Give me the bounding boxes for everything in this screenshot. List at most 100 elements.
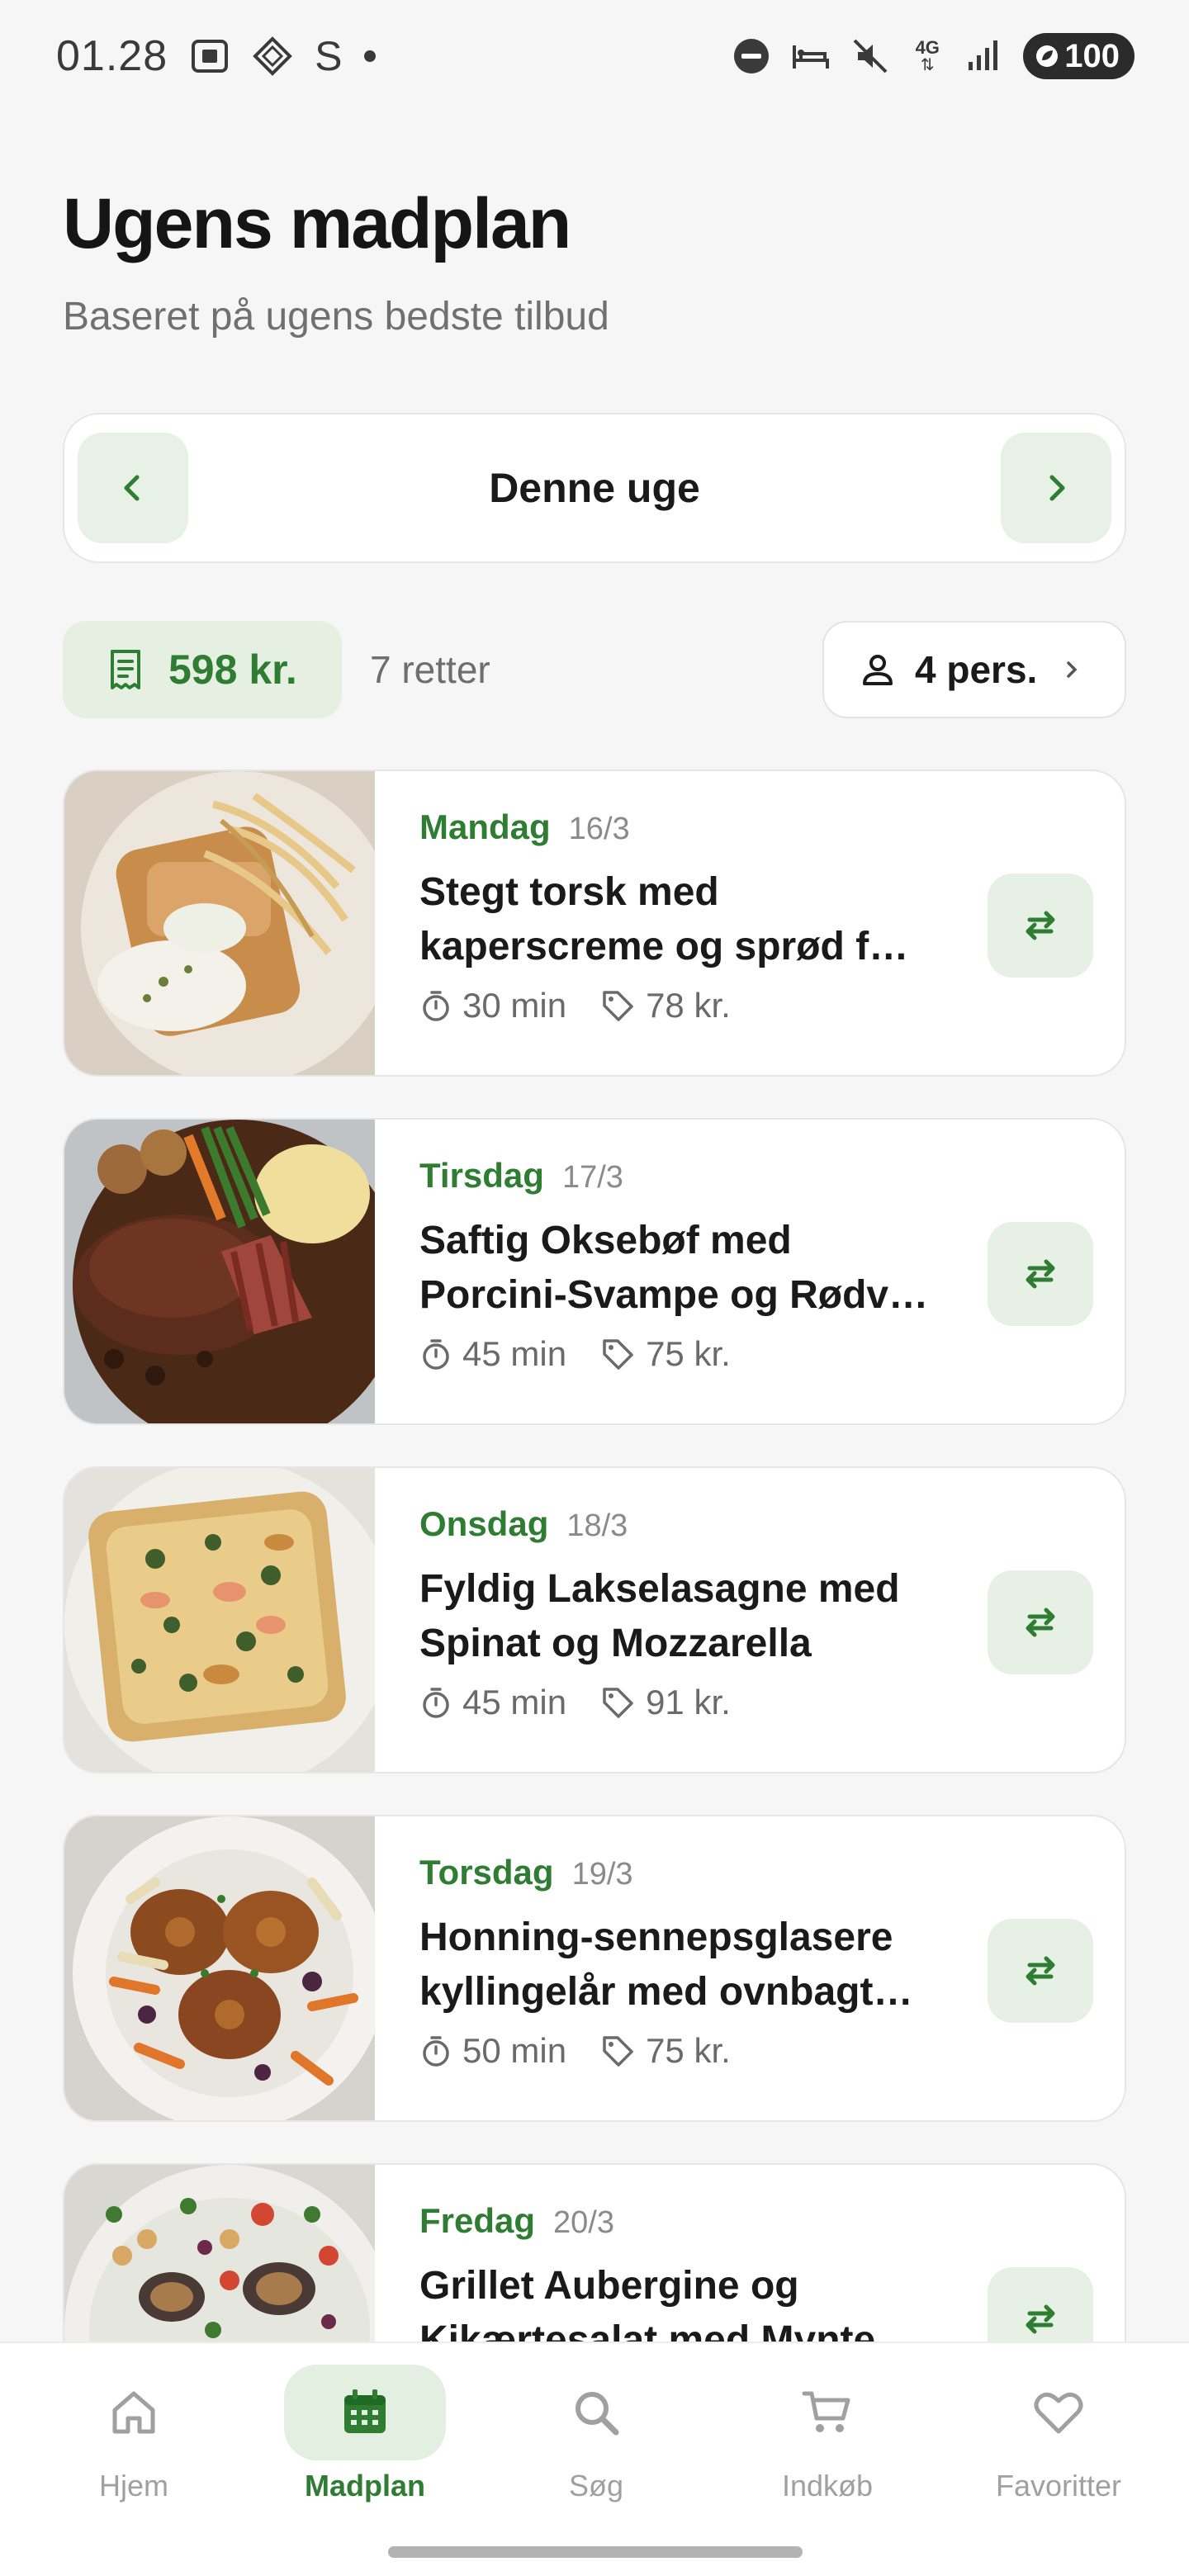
meal-time-value: 45 min	[462, 1334, 567, 1373]
persons-selector[interactable]: 4 pers.	[822, 621, 1126, 718]
meal-time-value: 30 min	[462, 986, 567, 1025]
meal-image	[64, 771, 375, 1075]
diamond-app-icon	[252, 36, 293, 77]
meal-time-value: 45 min	[462, 1683, 567, 1721]
price-tag-icon	[603, 1688, 633, 1718]
swap-icon	[1026, 1608, 1055, 1637]
swap-meal-button[interactable]	[988, 1570, 1093, 1674]
nav-icon-container	[746, 2365, 908, 2460]
meal-image	[64, 1468, 375, 1772]
week-selector: Denne uge	[63, 413, 1126, 563]
meal-card-tuesday[interactable]: Tirsdag 17/3 Saftig Oksebøf med Porcini-…	[63, 1118, 1126, 1425]
meal-title-line2: kyllingelår med ovnbagt…	[419, 1970, 913, 2014]
receipt-icon	[111, 650, 140, 689]
meal-card-friday[interactable]: Fredag 20/3 Grillet Aubergine og Kikærte…	[63, 2163, 1126, 2342]
meal-title-line1: Grillet Aubergine og	[419, 2264, 799, 2308]
nav-label: Favoritter	[995, 2469, 1122, 2503]
screenshot-icon	[189, 36, 230, 77]
swap-meal-button[interactable]	[988, 874, 1093, 978]
meal-date: 17/3	[561, 1160, 623, 1195]
meal-list[interactable]: Mandag 16/3 Stegt torsk med kaperscreme …	[63, 769, 1126, 2342]
meal-day-row: Fredag 20/3	[419, 2201, 1030, 2241]
meal-info: Torsdag 19/3 Honning-sennepsglasere kyll…	[419, 1853, 1030, 2071]
meal-image	[64, 1816, 375, 2120]
meal-meta: 45 min 91 kr.	[419, 1683, 1030, 1722]
meal-title[interactable]: Honning-sennepsglasere kyllingelår med o…	[419, 1911, 956, 2020]
meal-title-line2: Spinat og Mozzarella	[419, 1622, 812, 1665]
meal-price-value: 75 kr.	[646, 1334, 731, 1373]
meal-meta: 30 min 78 kr.	[419, 986, 1030, 1025]
nav-label: Hjem	[98, 2469, 168, 2503]
meal-title[interactable]: Grillet Aubergine og Kikærtesalat med My…	[419, 2259, 956, 2342]
next-week-button[interactable]	[1001, 433, 1111, 543]
nav-item-madplan[interactable]: Madplan	[274, 2365, 456, 2522]
notification-dot-icon	[363, 50, 376, 62]
nav-icon-container	[53, 2365, 215, 2460]
nav-icon-container	[978, 2365, 1139, 2460]
nav-item-home[interactable]: Hjem	[43, 2365, 225, 2522]
nav-icon-container	[515, 2365, 677, 2460]
chevron-right-icon	[1049, 475, 1065, 501]
meal-title[interactable]: Fyldig Lakselasagne med Spinat og Mozzar…	[419, 1562, 956, 1671]
persons-count: 4 pers.	[915, 648, 1038, 691]
meal-date: 18/3	[566, 1508, 628, 1543]
meal-title-line2: Porcini-Svampe og Rødv…	[419, 1273, 929, 1317]
network-type-icon: 4G ⇅	[915, 37, 940, 74]
meal-day: Fredag	[419, 2201, 536, 2240]
meal-time: 30 min	[419, 986, 566, 1025]
meal-card-wednesday[interactable]: Onsdag 18/3 Fyldig Lakselasagne med Spin…	[63, 1466, 1126, 1773]
meal-price: 75 kr.	[599, 1334, 731, 1374]
meal-image	[64, 2165, 375, 2342]
swap-meal-button[interactable]	[988, 2267, 1093, 2342]
swap-icon	[1026, 1956, 1055, 1986]
meal-title-line2: Kikærtesalat med Mynte	[419, 2318, 876, 2342]
meal-day: Mandag	[419, 807, 551, 846]
meal-time-value: 50 min	[462, 2031, 567, 2070]
meal-card-monday[interactable]: Mandag 16/3 Stegt torsk med kaperscreme …	[63, 769, 1126, 1077]
meal-title-line1: Saftig Oksebøf med	[419, 1219, 792, 1262]
swap-icon	[1026, 1259, 1055, 1289]
home-indicator[interactable]	[388, 2546, 803, 2558]
meal-date: 20/3	[553, 2205, 614, 2240]
meal-price: 75 kr.	[599, 2031, 731, 2071]
dnd-icon	[731, 36, 772, 77]
nav-label: Madplan	[304, 2469, 425, 2503]
timer-icon	[423, 1688, 449, 1718]
swap-meal-button[interactable]	[988, 1222, 1093, 1326]
nav-icon-container	[284, 2365, 446, 2460]
meal-day: Tirsdag	[419, 1156, 544, 1195]
meal-time: 45 min	[419, 1683, 566, 1722]
meal-info: Onsdag 18/3 Fyldig Lakselasagne med Spin…	[419, 1504, 1030, 1722]
dish-count: 7 retter	[370, 648, 490, 691]
leaf-icon	[1036, 45, 1059, 67]
page-subtitle: Baseret på ugens bedste tilbud	[63, 295, 609, 339]
meal-info: Tirsdag 17/3 Saftig Oksebøf med Porcini-…	[419, 1156, 1030, 1374]
network-type-label: 4G	[915, 37, 940, 58]
home-icon	[112, 2391, 155, 2434]
bed-icon	[790, 36, 831, 77]
total-price: 598 kr.	[168, 646, 297, 693]
status-left: 01.28 S	[56, 31, 376, 81]
chevron-right-icon	[1067, 661, 1078, 678]
meal-title-line2: kaperscreme og sprød f…	[419, 925, 909, 968]
nav-item-shopping[interactable]: Indkøb	[737, 2365, 918, 2522]
swap-icon	[1026, 2304, 1055, 2334]
previous-week-button[interactable]	[78, 433, 188, 543]
meal-day: Torsdag	[419, 1853, 554, 1892]
status-time: 01.28	[56, 32, 168, 80]
page-title: Ugens madplan	[63, 184, 571, 263]
meal-title[interactable]: Saftig Oksebøf med Porcini-Svampe og Rød…	[419, 1214, 956, 1323]
signal-icon	[964, 36, 1005, 77]
nav-item-favorites[interactable]: Favoritter	[968, 2365, 1149, 2522]
meal-day-row: Torsdag 19/3	[419, 1853, 1030, 1892]
meal-title-line1: Stegt torsk med	[419, 870, 719, 914]
nav-item-search[interactable]: Søg	[505, 2365, 687, 2522]
meal-info: Mandag 16/3 Stegt torsk med kaperscreme …	[419, 807, 1030, 1025]
cart-icon	[802, 2391, 850, 2432]
mute-icon	[850, 36, 891, 77]
meal-date: 19/3	[571, 1857, 633, 1892]
meal-card-thursday[interactable]: Torsdag 19/3 Honning-sennepsglasere kyll…	[63, 1815, 1126, 2122]
swap-meal-button[interactable]	[988, 1919, 1093, 2023]
meal-time: 50 min	[419, 2031, 566, 2071]
meal-title[interactable]: Stegt torsk med kaperscreme og sprød f…	[419, 865, 956, 974]
